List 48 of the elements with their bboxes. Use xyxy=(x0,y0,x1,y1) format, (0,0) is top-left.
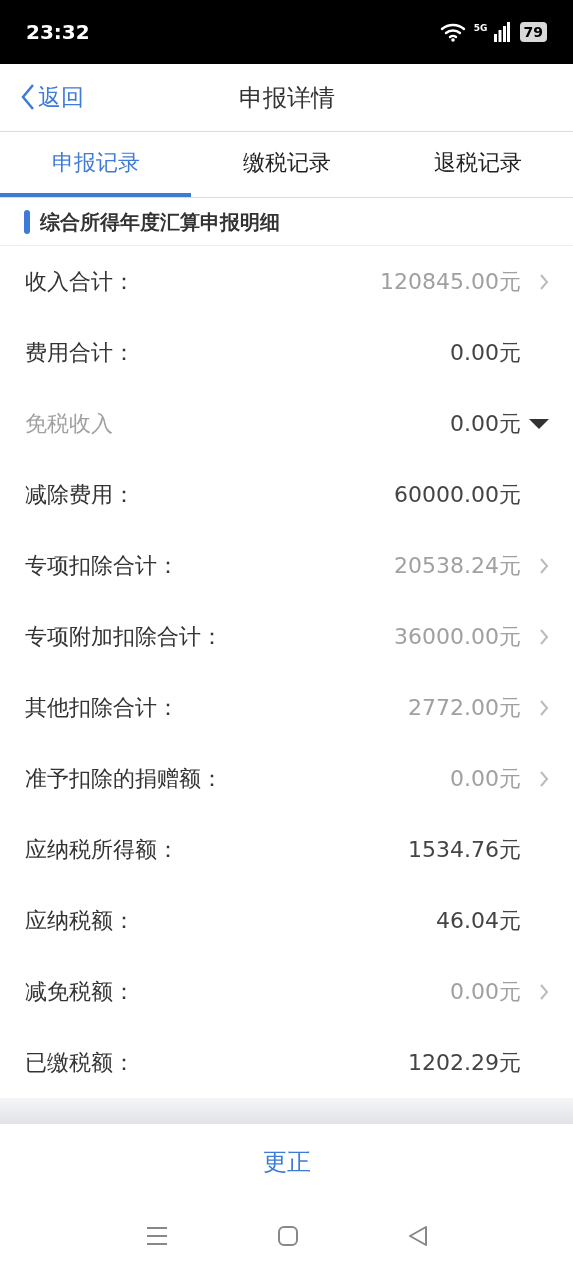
row-label: 其他扣除合计： xyxy=(25,694,180,722)
row-label: 减除费用： xyxy=(25,481,136,509)
row-label: 费用合计： xyxy=(25,339,136,367)
chevron-right-icon[interactable] xyxy=(539,627,549,646)
row-value: 0.00元 xyxy=(450,410,521,438)
row-label: 收入合计： xyxy=(25,268,136,296)
row-label: 减免税额： xyxy=(25,978,136,1006)
wifi-icon xyxy=(439,22,468,42)
row-value: 1202.29元 xyxy=(408,1049,521,1077)
back-icon[interactable] xyxy=(407,1225,428,1247)
section-title: 综合所得年度汇算申报明细 xyxy=(40,208,280,236)
triangle-down-icon[interactable] xyxy=(529,417,549,430)
chevron-right-icon[interactable] xyxy=(539,556,549,575)
row-label: 免税收入 xyxy=(25,410,114,438)
row-value[interactable]: 20538.24元 xyxy=(394,549,521,582)
signal-icon xyxy=(493,22,510,42)
tab[interactable]: 缴税记录 xyxy=(191,132,382,197)
page-title: 申报详情 xyxy=(238,82,335,114)
row-label: 专项扣除合计： xyxy=(25,552,180,580)
chevron-right-icon[interactable] xyxy=(539,769,549,788)
row-label: 专项附加扣除合计： xyxy=(25,623,224,651)
home-icon[interactable] xyxy=(277,1226,298,1246)
row-value[interactable]: 36000.00元 xyxy=(394,620,521,653)
tab[interactable]: 退税记录 xyxy=(382,132,573,197)
section-marker xyxy=(24,209,30,234)
back-button[interactable]: 返回 xyxy=(20,80,84,115)
row-value[interactable]: 0.00元 xyxy=(450,762,521,795)
chevron-right-icon[interactable] xyxy=(539,272,549,291)
status-time: 23:32 xyxy=(26,19,90,46)
chevron-right-icon[interactable] xyxy=(539,698,549,717)
row-label: 应纳税所得额： xyxy=(25,836,180,864)
row-value: 46.04元 xyxy=(436,907,521,935)
battery-level: 79 xyxy=(519,22,547,42)
network-label: 5G xyxy=(473,24,488,33)
chevron-left-icon xyxy=(20,83,36,112)
row-value[interactable]: 0.00元 xyxy=(450,975,521,1008)
row-value[interactable]: 2772.00元 xyxy=(408,691,521,724)
tab[interactable]: 申报记录 xyxy=(0,132,191,197)
row-value: 60000.00元 xyxy=(394,481,521,509)
row-label: 已缴税额： xyxy=(25,1049,136,1077)
row-label: 准予扣除的捐赠额： xyxy=(25,765,224,793)
row-label: 应纳税额： xyxy=(25,907,136,935)
correct-button[interactable]: 更正 xyxy=(254,1144,319,1180)
chevron-right-icon[interactable] xyxy=(539,982,549,1001)
row-value: 0.00元 xyxy=(450,339,521,367)
menu-icon[interactable] xyxy=(145,1226,168,1246)
row-value: 1534.76元 xyxy=(408,836,521,864)
row-value[interactable]: 120845.00元 xyxy=(380,265,521,298)
